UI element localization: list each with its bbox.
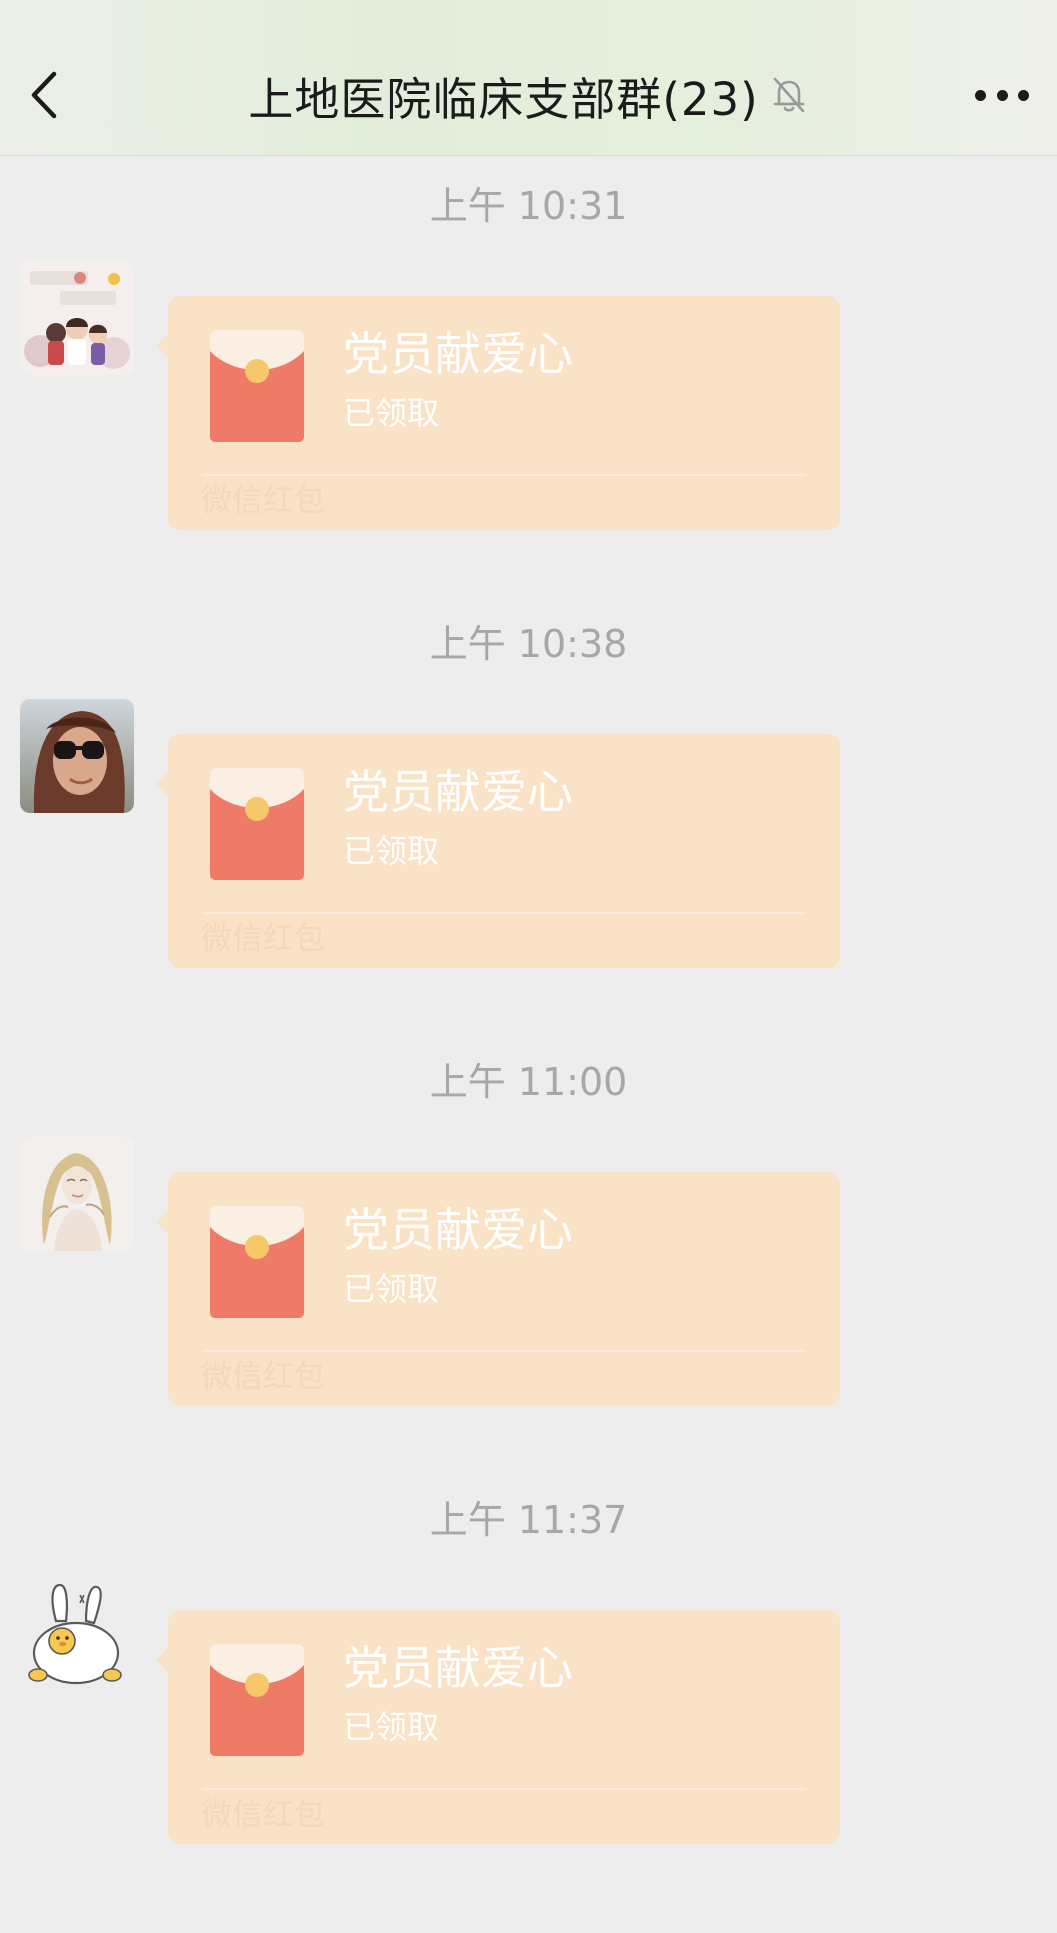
packet-status: 已领取: [343, 1708, 440, 1746]
more-button[interactable]: [967, 62, 1037, 128]
cartoon-family-avatar[interactable]: [20, 261, 134, 375]
red-packet-card[interactable]: 党员献爱心 已领取 微信红包: [156, 1610, 840, 1844]
packet-divider: [202, 474, 806, 476]
bubble-tail: [156, 772, 168, 796]
message-item: 上午 10:31 党员献爱心 已领取 微信红包: [0, 181, 1057, 619]
red-packet-card[interactable]: 党员献爱心 已领取 微信红包: [156, 734, 840, 968]
message-time: 上午 11:00: [429, 1060, 628, 1104]
packet-label: 微信红包: [201, 921, 325, 957]
packet-status: 已领取: [343, 1270, 440, 1308]
packet-label: 微信红包: [201, 1359, 325, 1395]
packet-title: 党员献爱心: [343, 1203, 573, 1257]
bubble-tail: [156, 1648, 168, 1672]
red-packet-icon: [210, 1206, 304, 1318]
sketch-woman-avatar[interactable]: [20, 1137, 134, 1251]
title-area: 上地医院临床支部群(23): [0, 60, 1057, 130]
sunglasses-woman-avatar[interactable]: [20, 699, 134, 813]
chat-header: 上地医院临床支部群(23): [0, 0, 1057, 156]
message-time: 上午 11:37: [429, 1498, 628, 1542]
red-packet-card[interactable]: 党员献爱心 已领取 微信红包: [156, 1172, 840, 1406]
message-time: 上午 10:38: [429, 622, 628, 666]
bell-off-icon: [773, 77, 804, 113]
red-packet-icon: [210, 330, 304, 442]
packet-label: 微信红包: [201, 483, 325, 519]
bunny-duck-avatar[interactable]: [20, 1575, 134, 1689]
red-packet-card[interactable]: 党员献爱心 已领取 微信红包: [156, 296, 840, 530]
bubble-tail: [156, 1210, 168, 1234]
packet-status: 已领取: [343, 394, 440, 432]
more-dots-icon: [975, 89, 986, 101]
more-dots-icon: [996, 89, 1008, 101]
message-time: 上午 10:31: [429, 184, 628, 228]
packet-title: 党员献爱心: [343, 327, 573, 381]
packet-status: 已领取: [343, 832, 440, 870]
packet-title: 党员献爱心: [343, 1641, 573, 1695]
message-item: 上午 11:00 党员献爱心 已领取 微信红包: [0, 1057, 1057, 1495]
packet-divider: [202, 1350, 806, 1352]
red-packet-icon: [210, 1644, 304, 1756]
packet-divider: [202, 1788, 806, 1790]
packet-label: 微信红包: [201, 1797, 325, 1833]
message-item: 上午 11:37 党员献爱心 已领取 微信红包: [0, 1495, 1057, 1933]
packet-divider: [202, 912, 806, 914]
packet-title: 党员献爱心: [343, 765, 573, 819]
message-item: 上午 10:38 党员献爱心 已领取 微信红包: [0, 619, 1057, 1057]
chat-title: 上地医院临床支部群(23): [248, 72, 759, 126]
more-dots-icon: [1018, 89, 1029, 101]
red-packet-icon: [210, 768, 304, 880]
bubble-tail: [156, 334, 168, 358]
